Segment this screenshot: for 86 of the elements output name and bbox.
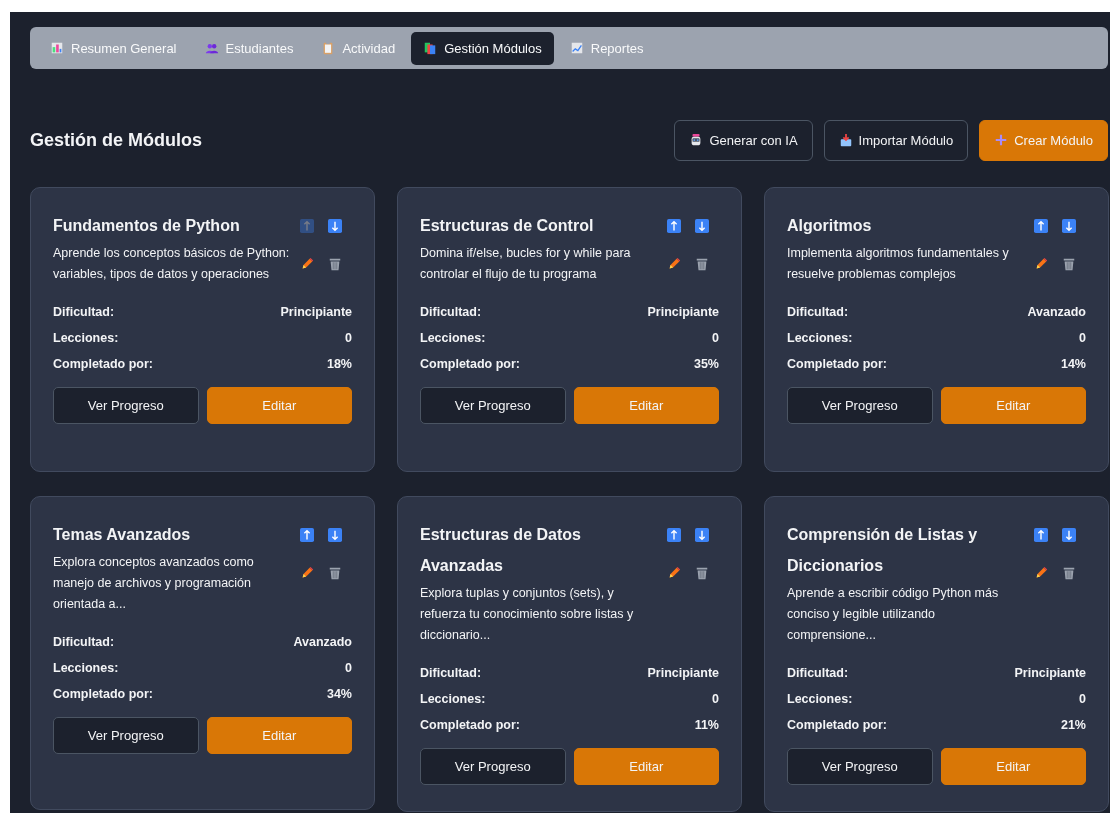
progress-button[interactable]: Ver Progreso	[53, 387, 199, 424]
progress-button[interactable]: Ver Progreso	[420, 387, 566, 424]
stat-value: 34%	[326, 687, 352, 701]
people-icon	[204, 41, 219, 55]
stat-label: Dificultad:	[420, 666, 482, 680]
move-up-button[interactable]	[667, 218, 683, 234]
module-title: Temas Avanzados	[53, 525, 192, 545]
stat-value: 0	[712, 331, 719, 345]
stat-label: Completado por:	[420, 718, 520, 732]
move-down-button[interactable]	[1062, 527, 1078, 543]
stat-value: Principiante	[1014, 666, 1086, 680]
stat-value: 0	[345, 331, 352, 345]
stat-value: Principiante	[647, 305, 719, 319]
nav-tab[interactable]: Reportes	[557, 31, 656, 65]
stat-value: 21%	[1060, 718, 1086, 732]
stat-label: Dificultad:	[787, 666, 849, 680]
stat-value: Principiante	[280, 305, 352, 319]
stat-value: Avanzado	[293, 635, 352, 649]
stat-value: 18%	[326, 357, 352, 371]
module-description: Implementa algoritmos fundamentales y resuelve problemas complejos	[787, 245, 1010, 283]
progress-button[interactable]: Ver Progreso	[53, 717, 199, 754]
page-title: Gestión de Módulos	[30, 129, 203, 151]
stat-label: Dificultad:	[420, 305, 482, 319]
inbox-tray-icon	[838, 133, 853, 147]
move-down-button[interactable]	[695, 527, 711, 543]
module-title: Algoritmos	[787, 216, 873, 236]
action-button[interactable]: Importar Módulo	[823, 119, 969, 161]
bar-chart-icon	[50, 41, 64, 55]
stat-label: Lecciones:	[787, 692, 853, 706]
module-title: Fundamentos de Python	[53, 216, 241, 236]
stat-label: Dificultad:	[53, 635, 115, 649]
edit-button[interactable]: Editar	[573, 387, 719, 424]
move-down-button[interactable]	[328, 218, 344, 234]
progress-button[interactable]: Ver Progreso	[787, 748, 933, 785]
move-down-button[interactable]	[695, 218, 711, 234]
progress-button[interactable]: Ver Progreso	[420, 748, 566, 785]
stat-value: 0	[1079, 692, 1086, 706]
move-up-button[interactable]	[667, 527, 683, 543]
stat-value: 11%	[694, 718, 719, 732]
stat-label: Completado por:	[420, 357, 520, 371]
move-down-button[interactable]	[328, 527, 344, 543]
module-description: Aprende los conceptos básicos de Python: variables, tipos de datos y operaciones	[53, 245, 290, 283]
module-title: Estructuras de Control	[420, 216, 595, 236]
module-title: Estructuras de Datos Avanzadas	[420, 525, 582, 576]
nav-tab[interactable]: Estudiantes	[192, 31, 306, 65]
move-up-button[interactable]	[300, 527, 316, 543]
stat-value: 35%	[693, 357, 719, 371]
module-description: Domina if/else, bucles for y while para controlar el flujo de tu programa	[420, 245, 632, 283]
stat-label: Dificultad:	[53, 305, 115, 319]
stat-value: 14%	[1060, 357, 1086, 371]
stat-label: Lecciones:	[53, 331, 119, 345]
plus-icon	[994, 133, 1009, 147]
stat-value: 0	[712, 692, 719, 706]
module-description: Explora tuplas y conjuntos (sets), y refuerza tu conocimiento sobre listas y diccionario...	[420, 585, 635, 644]
stat-value: 0	[1079, 331, 1086, 345]
stat-label: Completado por:	[787, 357, 887, 371]
nav-tab[interactable]: Resumen General	[38, 31, 189, 65]
edit-button[interactable]: Editar	[573, 748, 719, 785]
stat-label: Completado por:	[787, 718, 887, 732]
nav-tab[interactable]: Gestión Módulos	[411, 31, 554, 65]
stat-label: Completado por:	[53, 357, 153, 371]
stat-label: Dificultad:	[787, 305, 849, 319]
nav-tab[interactable]: Actividad	[309, 31, 408, 65]
stat-value: Avanzado	[1027, 305, 1086, 319]
stat-label: Lecciones:	[787, 331, 853, 345]
edit-button[interactable]: Editar	[206, 387, 352, 424]
edit-button[interactable]: Editar	[206, 717, 352, 754]
edit-button[interactable]: Editar	[940, 748, 1086, 785]
action-button[interactable]: Generar con IA	[674, 119, 813, 161]
progress-button[interactable]: Ver Progreso	[787, 387, 933, 424]
move-up-button[interactable]	[1034, 527, 1050, 543]
move-up-button[interactable]	[1034, 218, 1050, 234]
move-down-button[interactable]	[1062, 218, 1078, 234]
stat-value: 0	[345, 661, 352, 675]
stat-label: Lecciones:	[420, 692, 486, 706]
edit-button[interactable]: Editar	[940, 387, 1086, 424]
module-description: Explora conceptos avanzados como manejo de archivos y programación orientada a...	[53, 554, 255, 613]
stat-label: Completado por:	[53, 687, 153, 701]
module-description: Aprende a escribir código Python más conciso y legible utilizando comprensione...	[787, 585, 1000, 644]
stat-value: Principiante	[647, 666, 719, 680]
books-icon	[423, 41, 438, 55]
stat-label: Lecciones:	[420, 331, 486, 345]
create-button[interactable]: Crear Módulo	[979, 119, 1108, 161]
module-title: Comprensión de Listas y Diccionarios	[787, 525, 979, 576]
stat-label: Lecciones:	[53, 661, 119, 675]
line-chart-icon	[569, 41, 584, 55]
